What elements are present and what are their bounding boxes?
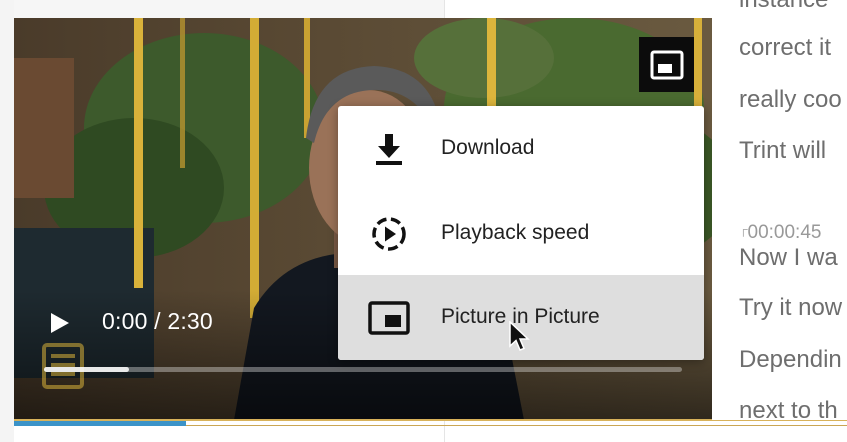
timeline-progress [14,421,186,426]
time-display: 0:00 / 2:30 [102,308,213,334]
transcript-line[interactable]: correct it [739,34,831,62]
mouse-cursor-icon [508,320,530,353]
picture-in-picture-icon [368,297,410,339]
transcript-line[interactable]: next to th [739,397,838,420]
transcript-line[interactable]: Dependin [739,346,842,374]
left-margin [0,0,14,442]
menu-item-label: Playback speed [441,221,590,244]
transcript-line[interactable]: instance [739,0,828,14]
transcript-timestamp[interactable]: ┌00:00:45 [739,222,821,244]
menu-item-download[interactable]: Download [338,106,704,191]
menu-item-label: Download [441,136,535,159]
transcript-line[interactable]: Try it now [739,294,842,322]
playback-speed-icon [368,213,410,255]
timestamp-bracket: ┌ [739,222,748,236]
transcript-line[interactable]: Now I wa [739,244,838,272]
transcript-timeline[interactable] [14,419,847,427]
trint-editor-page: 0:00 / 2:30 Download Playback speed Pict… [0,0,847,442]
play-button[interactable] [47,311,71,335]
seek-bar[interactable] [44,367,682,372]
transcript-line[interactable]: really coo [739,86,842,114]
transcript-pane: instance correct it really coo Trint wil… [712,0,847,420]
pip-toggle-button[interactable] [639,37,694,92]
play-icon [51,313,69,333]
transcript-line[interactable]: Trint will [739,137,826,165]
transcript-icon [40,341,86,391]
download-icon [368,128,410,170]
top-band [14,0,444,18]
timestamp-text: 00:00:45 [747,222,822,243]
seek-bar-buffered [44,367,129,372]
picture-in-picture-icon [650,50,683,79]
menu-item-playback-speed[interactable]: Playback speed [338,191,704,276]
